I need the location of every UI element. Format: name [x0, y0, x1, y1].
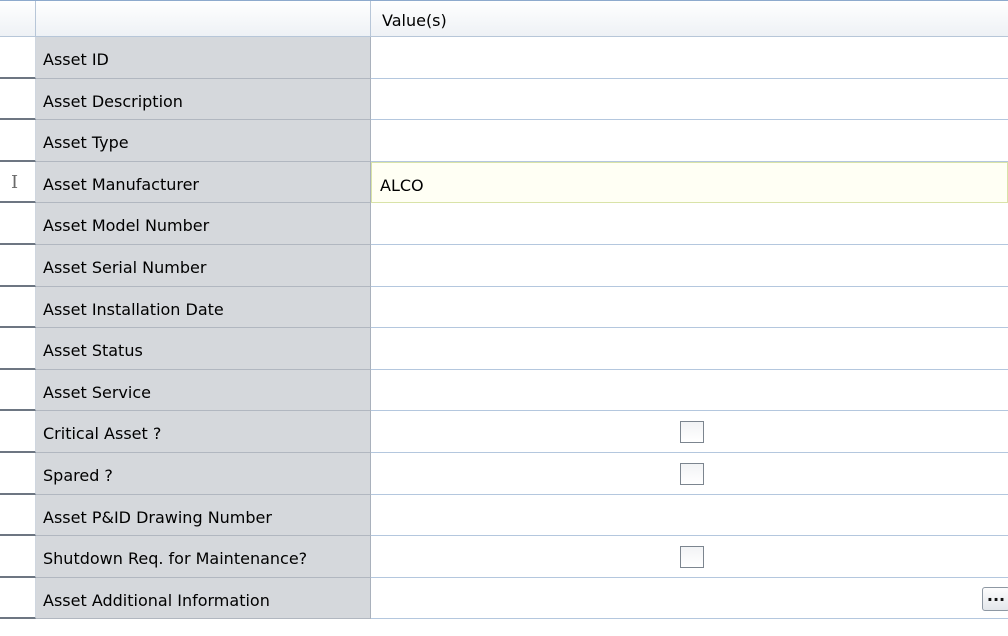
- field-label: Asset Installation Date: [36, 286, 371, 329]
- row-selector[interactable]: [0, 536, 36, 578]
- grid-row: Asset Additional Information ...: [0, 577, 1008, 620]
- row-selector[interactable]: [0, 37, 36, 79]
- grid-row: Asset Installation Date: [0, 286, 1008, 329]
- field-label: Asset Model Number: [36, 203, 371, 245]
- field-label: Asset Description: [36, 78, 371, 121]
- row-selector[interactable]: [0, 494, 36, 537]
- field-label: Critical Asset ?: [36, 411, 371, 453]
- field-label: Spared ?: [36, 452, 371, 495]
- row-selector[interactable]: [0, 286, 36, 329]
- grid-row: Asset P&ID Drawing Number: [0, 494, 1008, 537]
- row-selector[interactable]: I: [0, 161, 36, 204]
- value-cell[interactable]: [371, 286, 1008, 329]
- field-label: Asset Serial Number: [36, 244, 371, 287]
- field-label: Asset P&ID Drawing Number: [36, 494, 371, 537]
- header-value-label: Value(s): [382, 11, 447, 30]
- value-cell[interactable]: [371, 37, 1008, 79]
- field-label: Asset Status: [36, 328, 371, 370]
- grid-row: Asset Description: [0, 78, 1008, 121]
- grid-row: Shutdown Req. for Maintenance?: [0, 536, 1008, 578]
- property-grid: Value(s) Asset ID Asset Description Asse…: [0, 0, 1008, 620]
- value-cell[interactable]: ...: [371, 577, 1008, 620]
- grid-row: Critical Asset ?: [0, 411, 1008, 453]
- header-selector-cell: [0, 1, 36, 36]
- row-selector[interactable]: [0, 411, 36, 453]
- value-cell[interactable]: [371, 494, 1008, 537]
- grid-row: Asset Model Number: [0, 203, 1008, 245]
- grid-row: Asset Status: [0, 328, 1008, 370]
- value-text: ALCO: [380, 175, 424, 195]
- row-selector[interactable]: [0, 120, 36, 162]
- row-selector[interactable]: [0, 203, 36, 245]
- grid-row: Asset Type: [0, 120, 1008, 162]
- critical-asset-checkbox[interactable]: [680, 421, 704, 444]
- text-cursor-icon: I: [11, 171, 19, 193]
- spared-checkbox[interactable]: [680, 462, 704, 485]
- grid-row: I Asset Manufacturer ALCO: [0, 161, 1008, 204]
- grid-row: Asset Service: [0, 369, 1008, 412]
- shutdown-required-checkbox[interactable]: [680, 546, 704, 569]
- ellipsis-button[interactable]: ...: [982, 586, 1008, 611]
- grid-row: Spared ?: [0, 452, 1008, 495]
- field-label: Asset Manufacturer: [36, 161, 371, 204]
- row-selector[interactable]: [0, 244, 36, 287]
- value-cell[interactable]: [371, 78, 1008, 121]
- row-selector[interactable]: [0, 452, 36, 495]
- row-selector[interactable]: [0, 369, 36, 412]
- header-field-cell: [36, 1, 371, 36]
- field-label: Asset ID: [36, 37, 371, 79]
- grid-row: Asset ID: [0, 37, 1008, 79]
- value-cell[interactable]: [371, 244, 1008, 287]
- row-selector[interactable]: [0, 78, 36, 121]
- grid-row: Asset Serial Number: [0, 244, 1008, 287]
- field-label: Shutdown Req. for Maintenance?: [36, 536, 371, 578]
- value-cell-active[interactable]: ALCO: [371, 161, 1008, 204]
- grid-header: Value(s): [0, 0, 1008, 37]
- value-cell[interactable]: [371, 369, 1008, 412]
- field-label: Asset Additional Information: [36, 577, 371, 620]
- value-cell[interactable]: [371, 411, 1008, 453]
- value-cell[interactable]: [371, 203, 1008, 245]
- field-label: Asset Type: [36, 120, 371, 162]
- value-cell[interactable]: [371, 120, 1008, 162]
- field-label: Asset Service: [36, 369, 371, 412]
- value-cell[interactable]: [371, 536, 1008, 578]
- row-selector[interactable]: [0, 577, 36, 620]
- value-cell[interactable]: [371, 328, 1008, 370]
- row-selector[interactable]: [0, 328, 36, 370]
- value-cell[interactable]: [371, 452, 1008, 495]
